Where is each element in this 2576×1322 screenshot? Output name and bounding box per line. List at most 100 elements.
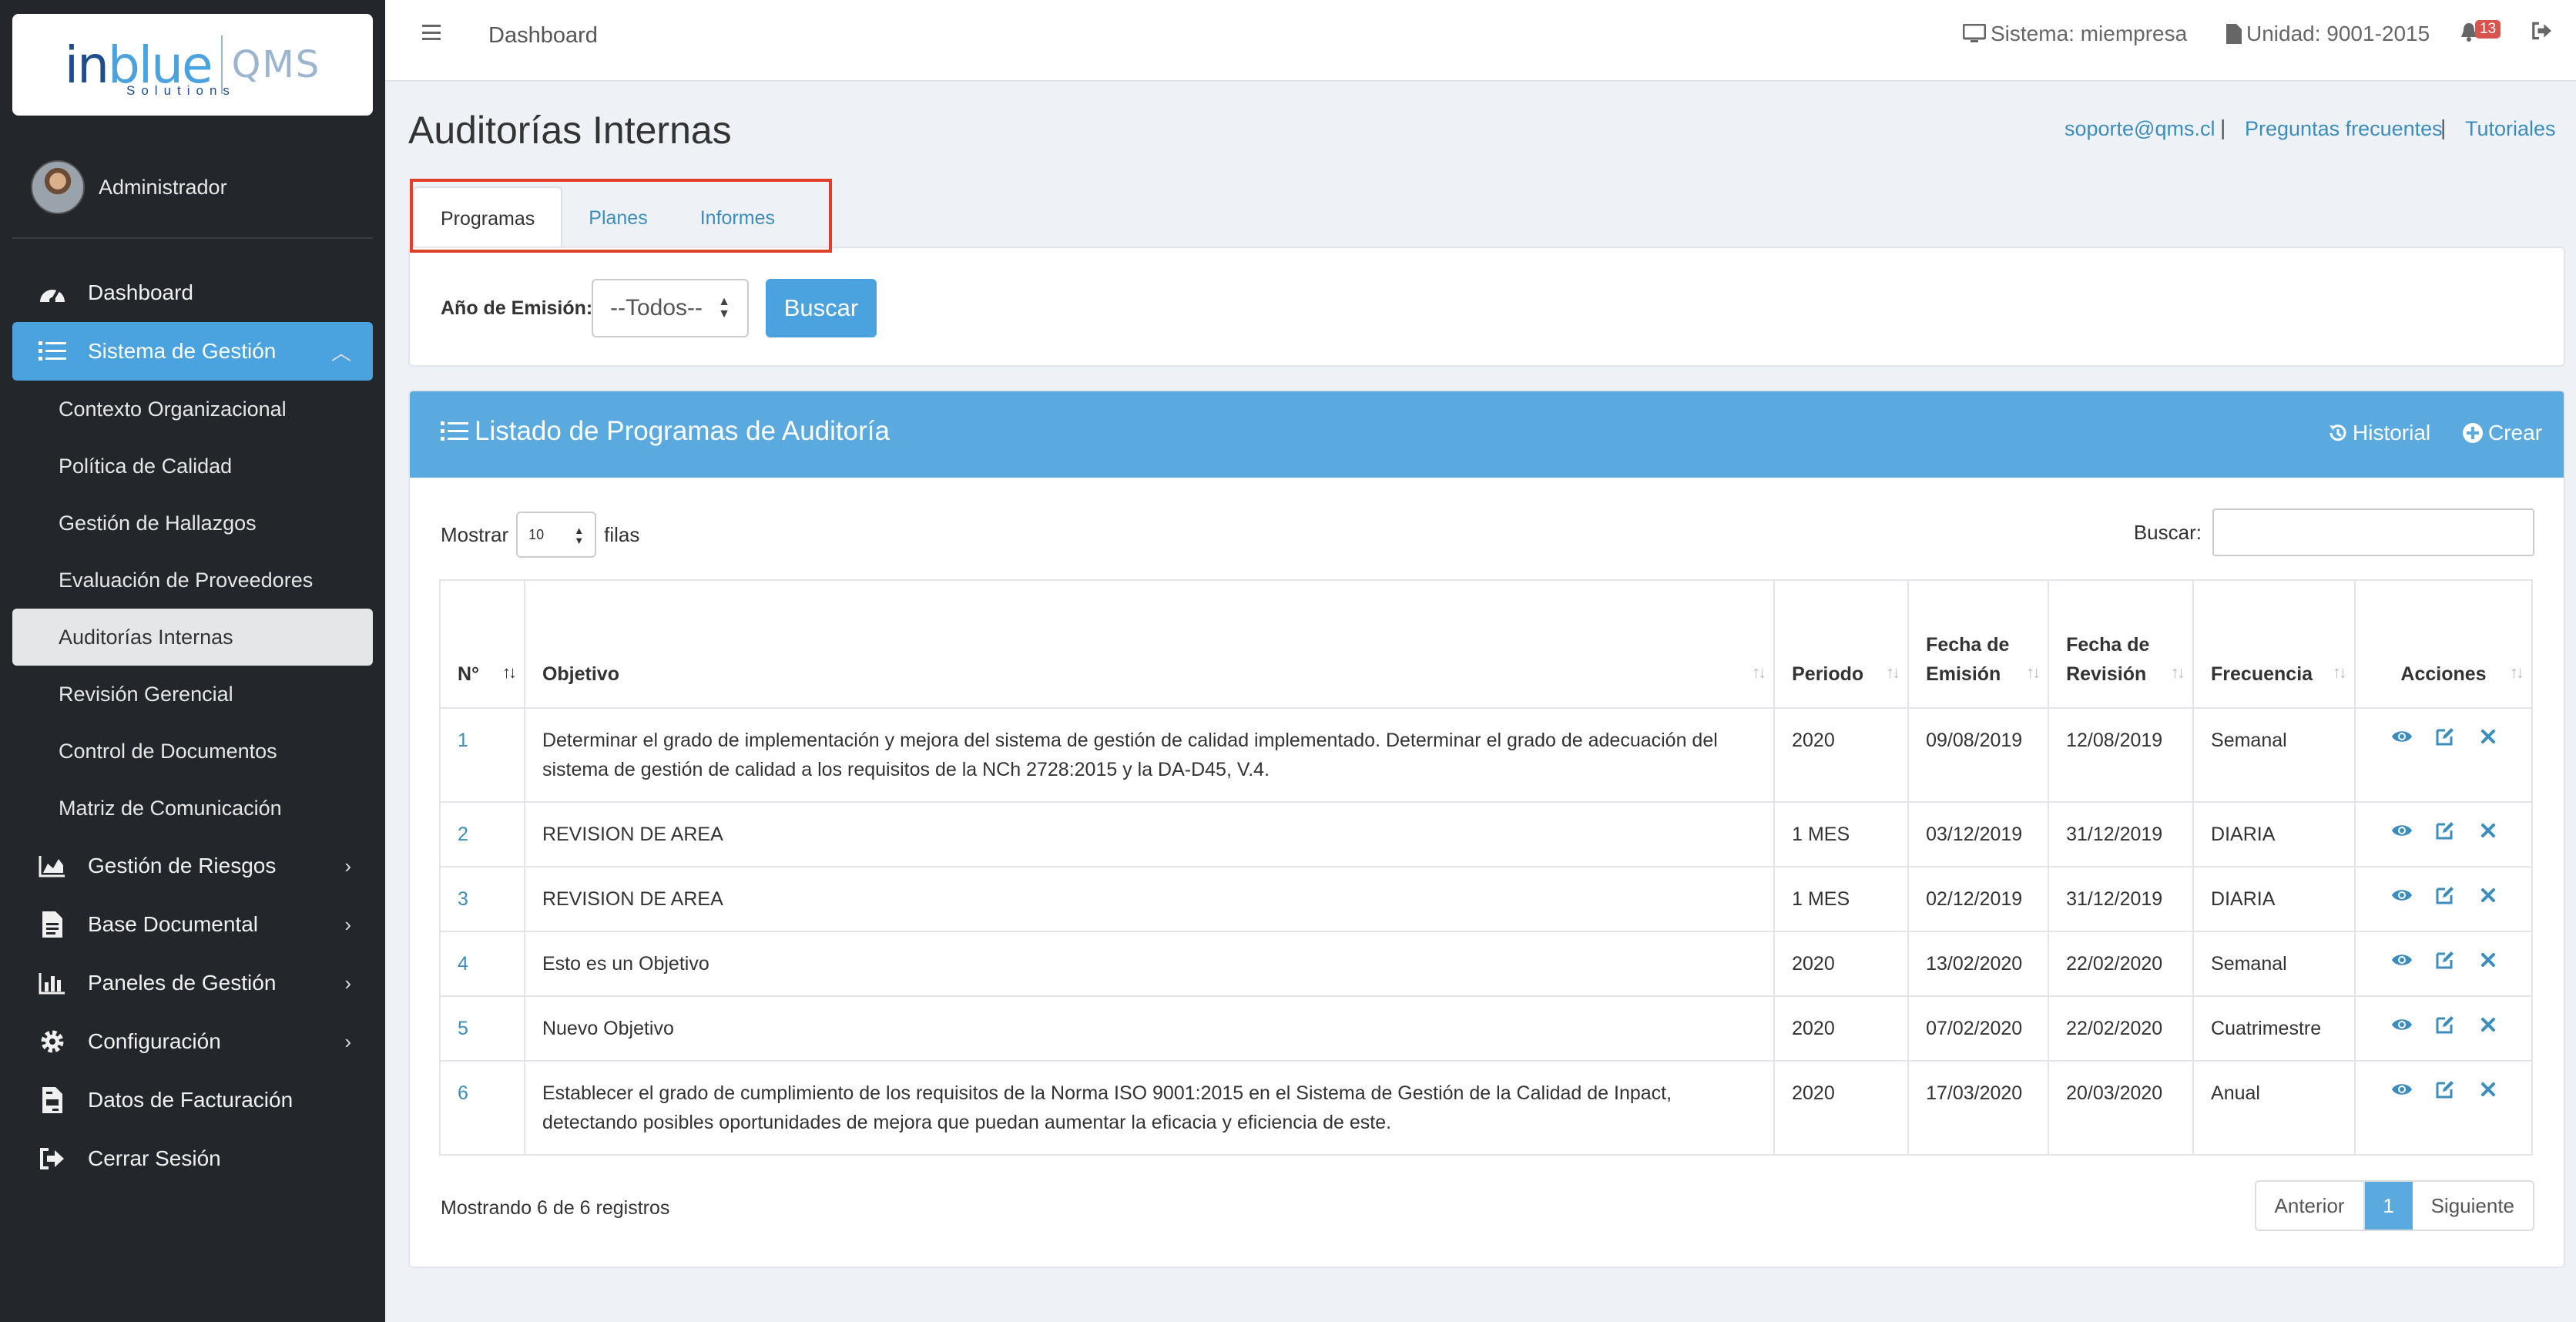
- col-header-periodo[interactable]: Periodo ↑↓: [1773, 579, 1910, 709]
- col-header-label: Fecha de Revisión: [2066, 634, 2150, 685]
- list-icon: [441, 421, 468, 441]
- col-header-fecha-emision[interactable]: Fecha de Emisión ↑↓: [1907, 579, 2050, 709]
- sidebar-item-cerrar-sesion[interactable]: Cerrar Sesión: [12, 1129, 373, 1188]
- col-header-frecuencia[interactable]: Frecuencia ↑↓: [2192, 579, 2356, 709]
- delete-icon[interactable]: [2477, 820, 2499, 841]
- top-navbar: Dashboard Sistema: miempresa Unidad: 900…: [385, 0, 2576, 82]
- cell-fecha-revision: 22/02/2020: [2048, 995, 2195, 1062]
- table-row: 5 Nuevo Objetivo 2020 07/02/2020 22/02/2020 C…: [439, 995, 2533, 1062]
- col-header-fecha-revision[interactable]: Fecha de Revisión ↑↓: [2048, 579, 2195, 709]
- sort-icon: ↑↓: [2171, 663, 2185, 682]
- table-row: 6 Establecer el grado de cumplimiento de …: [439, 1060, 2533, 1156]
- table-row: 1 Determinar el grado de implementación y…: [439, 707, 2533, 803]
- row-number-link[interactable]: 4: [458, 953, 468, 975]
- sidebar-item-dashboard[interactable]: Dashboard: [12, 263, 373, 322]
- sidebar-subitem-proveedores[interactable]: Evaluación de Proveedores: [12, 552, 373, 609]
- view-icon[interactable]: [2391, 1079, 2413, 1100]
- sidebar-subitem-comunicacion[interactable]: Matriz de Comunicación: [12, 780, 373, 837]
- row-number-link[interactable]: 3: [458, 888, 468, 910]
- select-arrows-icon: ▲ ▼: [574, 525, 585, 546]
- sidebar-subitem-revision[interactable]: Revisión Gerencial: [12, 666, 373, 723]
- sidebar-item-label: Configuración: [88, 1029, 221, 1053]
- support-email-link[interactable]: soporte@qms.cl: [2064, 117, 2215, 141]
- sidebar-subitem-auditorias[interactable]: Auditorías Internas: [12, 609, 373, 666]
- delete-icon[interactable]: [2477, 1014, 2499, 1035]
- row-number-link[interactable]: 2: [458, 824, 468, 845]
- col-header-label: Fecha de Emisión: [1926, 634, 2010, 685]
- sidebar-item-facturacion[interactable]: Datos de Facturación: [12, 1071, 373, 1129]
- unit-indicator[interactable]: Unidad: 9001-2015: [2226, 22, 2430, 46]
- sidebar-subitem-contexto[interactable]: Contexto Organizacional: [12, 381, 373, 438]
- history-button[interactable]: Historial: [2328, 421, 2430, 445]
- sort-icon: ↑↓: [1752, 663, 1766, 682]
- delete-icon[interactable]: [2477, 726, 2499, 747]
- row-number-link[interactable]: 6: [458, 1082, 468, 1104]
- cell-fecha-emision: 13/02/2020: [1907, 931, 2050, 997]
- sort-icon: ↑↓: [2333, 663, 2347, 682]
- row-actions: [2373, 1079, 2514, 1100]
- page-size-select[interactable]: 10 ▲ ▼: [516, 512, 597, 558]
- edit-icon[interactable]: [2434, 884, 2456, 906]
- unit-label: Unidad: 9001-2015: [2246, 22, 2430, 45]
- delete-icon[interactable]: [2477, 1079, 2499, 1100]
- view-icon[interactable]: [2391, 1014, 2413, 1035]
- row-number-link[interactable]: 5: [458, 1018, 468, 1039]
- pagination-next[interactable]: Siguiente: [2413, 1182, 2533, 1230]
- pagination-previous[interactable]: Anterior: [2256, 1182, 2365, 1230]
- year-select[interactable]: --Todos-- ▲ ▼: [592, 279, 749, 337]
- sidebar-subitem-documentos[interactable]: Control de Documentos: [12, 723, 373, 780]
- system-label: Sistema: miempresa: [1991, 22, 2188, 45]
- sidebar-item-riesgos[interactable]: Gestión de Riesgos ›: [12, 837, 373, 895]
- col-header-label: Periodo: [1792, 663, 1864, 685]
- search-input[interactable]: [2212, 508, 2534, 556]
- edit-icon[interactable]: [2434, 1014, 2456, 1035]
- system-indicator[interactable]: Sistema: miempresa: [1963, 22, 2187, 46]
- delete-icon[interactable]: [2477, 884, 2499, 906]
- plus-circle-icon: [2463, 423, 2483, 443]
- search-label: Buscar:: [2133, 520, 2202, 544]
- cell-acciones: [2354, 801, 2533, 867]
- edit-icon[interactable]: [2434, 949, 2456, 971]
- create-label: Crear: [2488, 421, 2543, 445]
- select-arrows-icon: ▲ ▼: [718, 295, 730, 320]
- year-filter-label: Año de Emisión:: [441, 297, 593, 319]
- sidebar-subitem-politica[interactable]: Política de Calidad: [12, 438, 373, 495]
- view-icon[interactable]: [2391, 820, 2413, 841]
- col-header-acciones[interactable]: Acciones ↑↓: [2354, 579, 2533, 709]
- cell-fecha-emision: 17/03/2020: [1907, 1060, 2050, 1156]
- sidebar-subitem-hallazgos[interactable]: Gestión de Hallazgos: [12, 495, 373, 552]
- create-button[interactable]: Crear: [2462, 421, 2542, 445]
- row-number-link[interactable]: 1: [458, 730, 468, 751]
- edit-icon[interactable]: [2434, 1079, 2456, 1100]
- tutorials-link[interactable]: Tutoriales: [2465, 117, 2556, 141]
- table-header-row: N° ↑↓ Objetivo ↑↓ Periodo ↑↓ Fecha de Emisi…: [439, 579, 2533, 709]
- sidebar-item-configuracion[interactable]: Configuración ›: [12, 1012, 373, 1071]
- cell-fecha-emision: 07/02/2020: [1907, 995, 2050, 1062]
- col-header-num[interactable]: N° ↑↓: [439, 579, 525, 709]
- cell-frecuencia: DIARIA: [2192, 801, 2356, 867]
- hamburger-menu-icon[interactable]: [422, 25, 441, 40]
- edit-icon[interactable]: [2434, 726, 2456, 747]
- search-button[interactable]: Buscar: [766, 279, 877, 337]
- view-icon[interactable]: [2391, 884, 2413, 906]
- view-icon[interactable]: [2391, 726, 2413, 747]
- pagination-current-page[interactable]: 1: [2364, 1182, 2413, 1230]
- delete-icon[interactable]: [2477, 949, 2499, 971]
- sidebar-item-sistema-de-gestion[interactable]: Sistema de Gestión ︿: [12, 322, 373, 381]
- sidebar-item-paneles[interactable]: Paneles de Gestión ›: [12, 954, 373, 1012]
- chevron-right-icon: ›: [344, 854, 351, 877]
- audit-programs-panel: Listado de Programas de Auditoría Histor…: [408, 390, 2565, 1268]
- cell-fecha-revision: 20/03/2020: [2048, 1060, 2195, 1156]
- cell-num: 3: [439, 866, 525, 932]
- col-header-objetivo[interactable]: Objetivo ↑↓: [523, 579, 1776, 709]
- faq-link[interactable]: Preguntas frecuentes: [2245, 117, 2443, 141]
- sidebar-item-base-documental[interactable]: Base Documental ›: [12, 895, 373, 954]
- edit-icon[interactable]: [2434, 820, 2456, 841]
- cell-fecha-emision: 09/08/2019: [1907, 707, 2050, 803]
- view-icon[interactable]: [2391, 949, 2413, 971]
- cell-acciones: [2354, 866, 2533, 932]
- pagination: Anterior 1 Siguiente: [2254, 1180, 2534, 1231]
- logout-icon[interactable]: [2531, 22, 2553, 40]
- brand-logo[interactable]: in blue QMS Solutions: [12, 14, 373, 116]
- cell-objetivo: Determinar el grado de implementación y …: [523, 707, 1776, 803]
